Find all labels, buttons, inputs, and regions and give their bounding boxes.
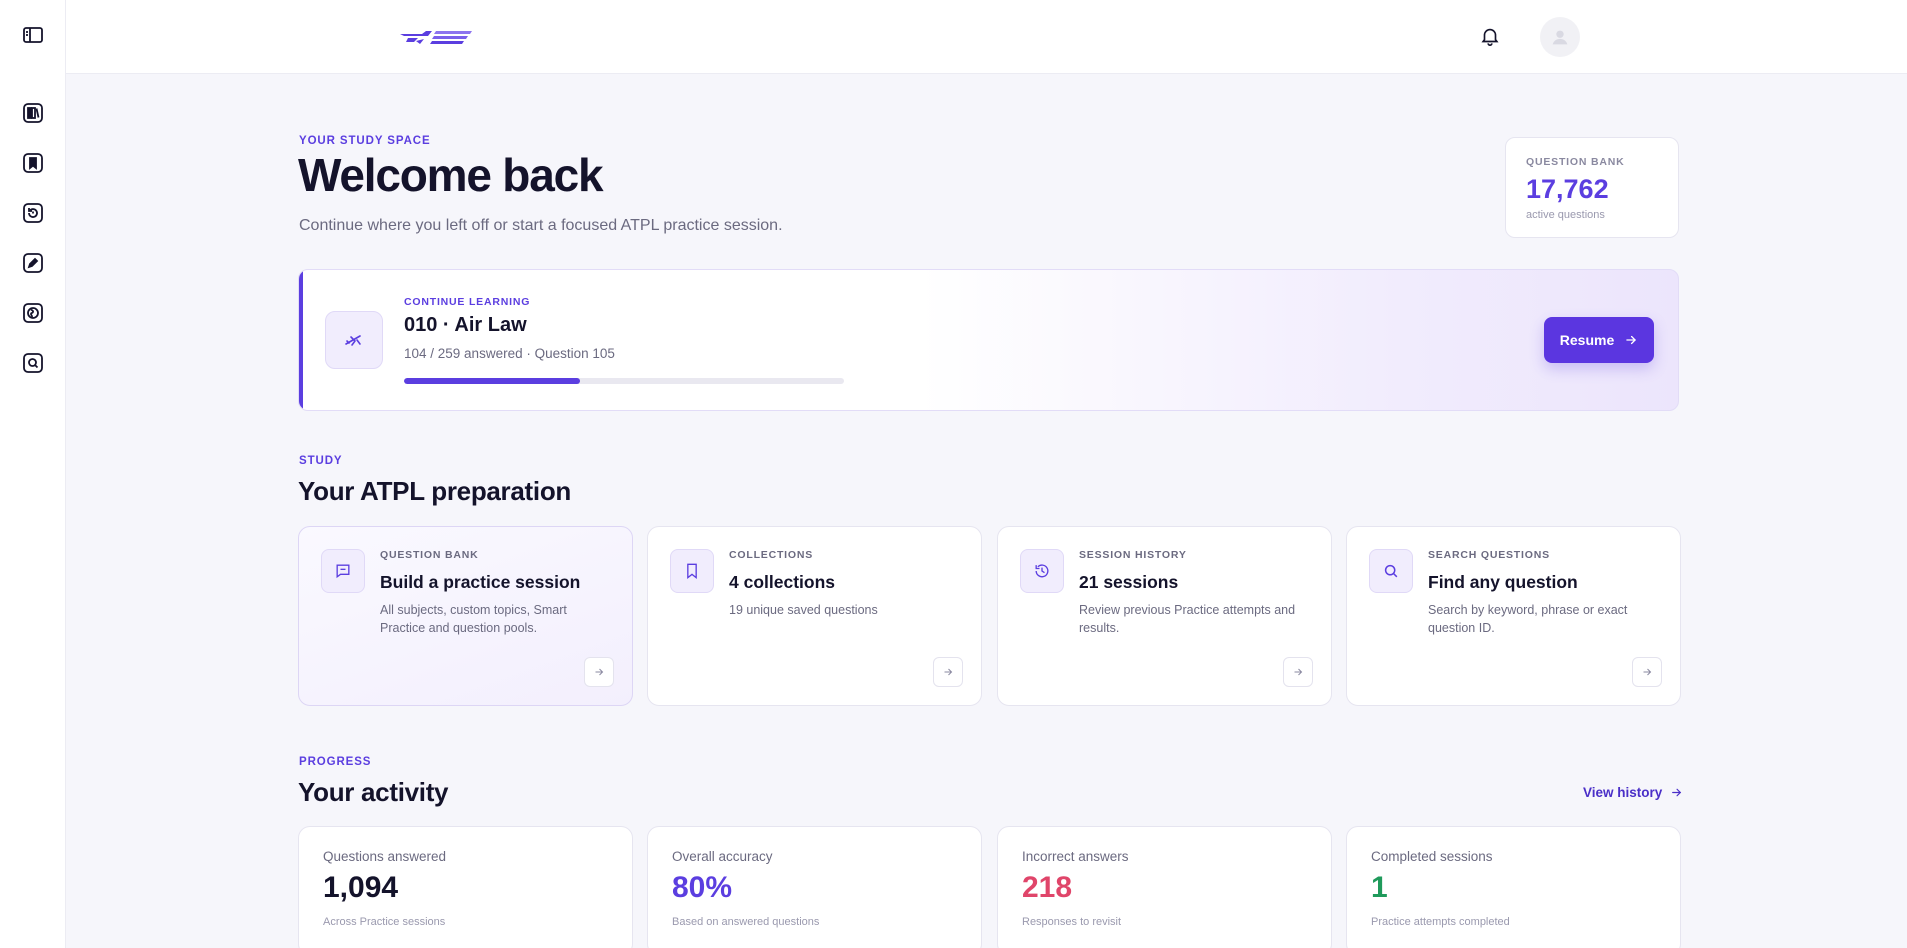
stat-card-incorrect-answers: Incorrect answers 218 Responses to revis… xyxy=(997,826,1332,948)
resume-button[interactable]: Resume xyxy=(1544,317,1654,363)
message-square-icon xyxy=(321,549,365,593)
stat-value: 1,094 xyxy=(323,871,399,904)
sidebar-toggle-icon[interactable] xyxy=(20,22,45,47)
stat-value: 80% xyxy=(672,871,733,904)
bell-icon[interactable] xyxy=(1477,23,1503,49)
edit-icon[interactable] xyxy=(20,250,45,275)
study-card-eyebrow: COLLECTIONS xyxy=(729,549,814,561)
study-card-search[interactable]: SEARCH QUESTIONS Find any question Searc… xyxy=(1346,526,1681,706)
stat-note: Practice attempts completed xyxy=(1371,916,1510,928)
view-history-label: View history xyxy=(1583,785,1663,800)
stat-card-questions-answered: Questions answered 1,094 Across Practice… xyxy=(298,826,633,948)
sidebar xyxy=(0,0,66,948)
view-history-link[interactable]: View history xyxy=(1583,785,1683,800)
bookmark-icon[interactable] xyxy=(20,150,45,175)
bookmark-icon xyxy=(670,549,714,593)
arrow-right-icon[interactable] xyxy=(1283,657,1313,687)
study-card-collections[interactable]: COLLECTIONS 4 collections 19 unique save… xyxy=(647,526,982,706)
study-card-desc: Review previous Practice attempts and re… xyxy=(1079,603,1296,635)
page-subtitle: Continue where you left off or start a f… xyxy=(299,217,783,234)
progress-bar xyxy=(404,378,844,384)
study-card-eyebrow: SESSION HISTORY xyxy=(1079,549,1187,561)
question-bank-summary: QUESTION BANK 17,762 active questions xyxy=(1505,137,1679,238)
stat-note: Based on answered questions xyxy=(672,916,820,928)
stat-note: Across Practice sessions xyxy=(323,916,446,928)
study-card-desc: 19 unique saved questions xyxy=(729,603,878,617)
progress-eyebrow: PROGRESS xyxy=(299,756,372,768)
progress-title: Your activity xyxy=(298,777,449,807)
question-bank-note: active questions xyxy=(1526,209,1605,221)
search-icon[interactable] xyxy=(20,350,45,375)
study-title: Your ATPL preparation xyxy=(298,476,571,506)
stat-note: Responses to revisit xyxy=(1022,916,1122,928)
top-bar xyxy=(66,0,1907,74)
stat-value: 218 xyxy=(1022,871,1073,904)
globe-icon[interactable] xyxy=(20,300,45,325)
question-bank-icon[interactable] xyxy=(20,100,45,125)
stat-value: 1 xyxy=(1371,871,1388,904)
study-card-title: Find any question xyxy=(1428,572,1578,592)
study-eyebrow: STUDY xyxy=(299,455,343,467)
study-card-eyebrow: SEARCH QUESTIONS xyxy=(1428,549,1550,561)
avatar[interactable] xyxy=(1540,17,1580,57)
search-icon xyxy=(1369,549,1413,593)
study-card-desc: All subjects, custom topics, Smart Pract… xyxy=(380,603,567,635)
arrow-right-icon xyxy=(1626,335,1637,345)
arrow-right-icon xyxy=(1672,788,1682,797)
page-title: Welcome back xyxy=(298,149,604,201)
study-card-eyebrow: QUESTION BANK xyxy=(380,549,479,561)
stat-label: Questions answered xyxy=(323,849,447,864)
question-bank-count: 17,762 xyxy=(1526,174,1609,204)
continue-learning-meta: 104 / 259 answered · Question 105 xyxy=(404,346,615,361)
stat-card-completed-sessions: Completed sessions 1 Practice attempts c… xyxy=(1346,826,1681,948)
stat-label: Completed sessions xyxy=(1371,849,1493,864)
question-bank-label: QUESTION BANK xyxy=(1526,156,1625,168)
accent-bar xyxy=(299,270,303,410)
arrow-right-icon[interactable] xyxy=(584,657,614,687)
continue-learning-card[interactable]: CONTINUE LEARNING 010 · Air Law 104 / 25… xyxy=(298,269,1679,411)
airplane-icon xyxy=(325,311,383,369)
continue-learning-eyebrow: CONTINUE LEARNING xyxy=(404,296,531,308)
continue-learning-title: 010 · Air Law xyxy=(404,314,527,336)
history-icon xyxy=(1020,549,1064,593)
logo[interactable] xyxy=(398,28,474,48)
stat-label: Overall accuracy xyxy=(672,849,773,864)
progress-bar-fill xyxy=(404,378,580,384)
study-card-session-history[interactable]: SESSION HISTORY 21 sessions Review previ… xyxy=(997,526,1332,706)
study-card-question-bank[interactable]: QUESTION BANK Build a practice session A… xyxy=(298,526,633,706)
resume-label: Resume xyxy=(1559,332,1615,348)
arrow-right-icon[interactable] xyxy=(1632,657,1662,687)
stat-card-overall-accuracy: Overall accuracy 80% Based on answered q… xyxy=(647,826,982,948)
history-icon[interactable] xyxy=(20,200,45,225)
study-card-desc: Search by keyword, phrase or exact quest… xyxy=(1428,603,1628,635)
study-card-title: 21 sessions xyxy=(1079,572,1179,592)
study-card-title: Build a practice session xyxy=(380,572,581,592)
stat-label: Incorrect answers xyxy=(1022,849,1129,864)
arrow-right-icon[interactable] xyxy=(933,657,963,687)
hero-eyebrow: YOUR STUDY SPACE xyxy=(299,135,431,147)
study-card-title: 4 collections xyxy=(729,572,836,592)
